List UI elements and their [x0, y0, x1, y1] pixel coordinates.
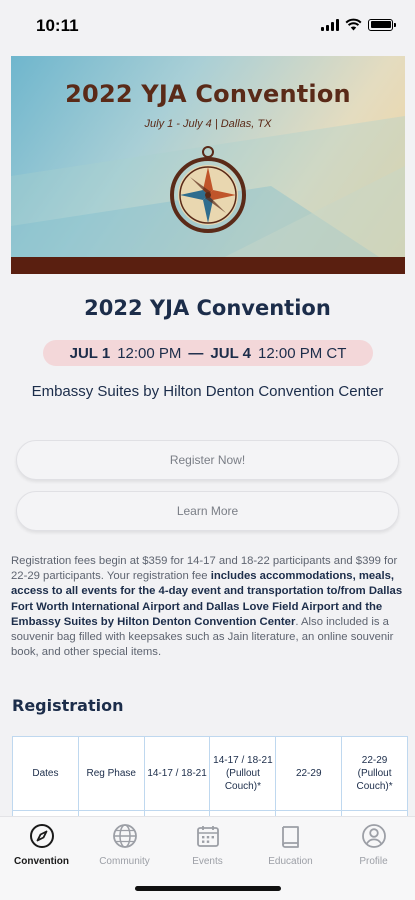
battery-icon — [368, 18, 396, 31]
tab-education[interactable]: Education — [249, 823, 332, 867]
convention-detail-scroll[interactable]: 2022 YJA Convention July 1 - July 4 | Da… — [0, 50, 415, 816]
tab-label: Education — [268, 856, 313, 867]
wifi-icon — [345, 18, 362, 31]
tab-label: Events — [192, 856, 223, 867]
compass-icon — [29, 824, 54, 848]
tab-convention[interactable]: Convention — [0, 823, 83, 867]
status-bar: 10:11 — [0, 0, 415, 50]
end-date: JUL 4 — [210, 344, 251, 362]
registration-heading: Registration — [12, 696, 124, 715]
banner-stripe — [11, 257, 405, 274]
convention-banner: 2022 YJA Convention July 1 - July 4 | Da… — [11, 56, 405, 274]
tab-community[interactable]: Community — [83, 823, 166, 867]
start-date: JUL 1 — [69, 344, 111, 362]
event-venue: Embassy Suites by Hilton Denton Conventi… — [31, 383, 384, 400]
column-header: Reg Phase — [77, 736, 145, 811]
cellular-signal-icon — [321, 18, 339, 31]
status-icons — [321, 18, 396, 31]
person-icon — [361, 824, 386, 848]
banner-subtitle: July 1 - July 4 | Dallas, TX — [144, 118, 272, 130]
table-header-row: Dates Reg Phase 14-17 / 18-21 14-17 / 18… — [12, 736, 408, 811]
register-now-button[interactable]: Register Now! — [16, 440, 399, 480]
book-icon — [281, 826, 299, 848]
event-title: 2022 YJA Convention — [84, 296, 331, 320]
status-time: 10:11 — [36, 16, 79, 35]
yja-compass-logo — [170, 146, 246, 233]
registration-table: Dates Reg Phase 14-17 / 18-21 14-17 / 18… — [12, 736, 408, 816]
start-time: 12:00 PM — [117, 344, 182, 362]
column-header: 14-17 / 18-21 (Pullout Couch)* — [209, 736, 277, 811]
calendar-icon — [196, 826, 219, 847]
registration-fee-description: Registration fees begin at $359 for 14-1… — [11, 554, 404, 660]
learn-more-button[interactable]: Learn More — [16, 491, 399, 531]
event-date-range: JUL 1 12:00 PM — JUL 4 12:00 PM CT — [43, 340, 373, 366]
column-header: 22-29 (Pullout Couch)* — [341, 736, 408, 811]
tab-profile[interactable]: Profile — [332, 823, 415, 867]
tab-label: Convention — [14, 856, 69, 867]
column-header: 22-29 — [275, 736, 343, 811]
tab-events[interactable]: Events — [166, 823, 249, 867]
column-header: 14-17 / 18-21 — [143, 736, 211, 811]
end-time: 12:00 PM CT — [258, 344, 347, 362]
tab-label: Profile — [359, 856, 388, 867]
column-header: Dates — [12, 736, 79, 811]
tab-label: Community — [99, 856, 150, 867]
banner-title: 2022 YJA Convention — [65, 80, 351, 108]
home-indicator[interactable] — [135, 886, 281, 891]
date-separator: — — [188, 344, 204, 362]
globe-icon — [112, 824, 137, 848]
